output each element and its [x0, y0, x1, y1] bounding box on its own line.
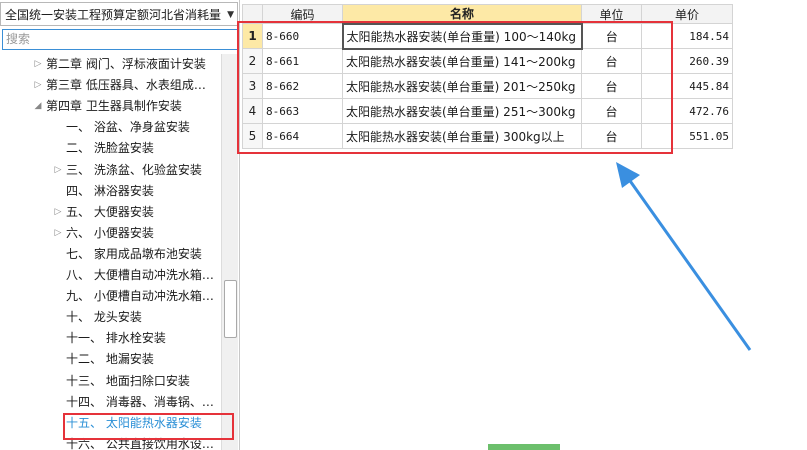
- annotation-arrow: [616, 162, 752, 351]
- bottom-status-tab[interactable]: [488, 444, 560, 450]
